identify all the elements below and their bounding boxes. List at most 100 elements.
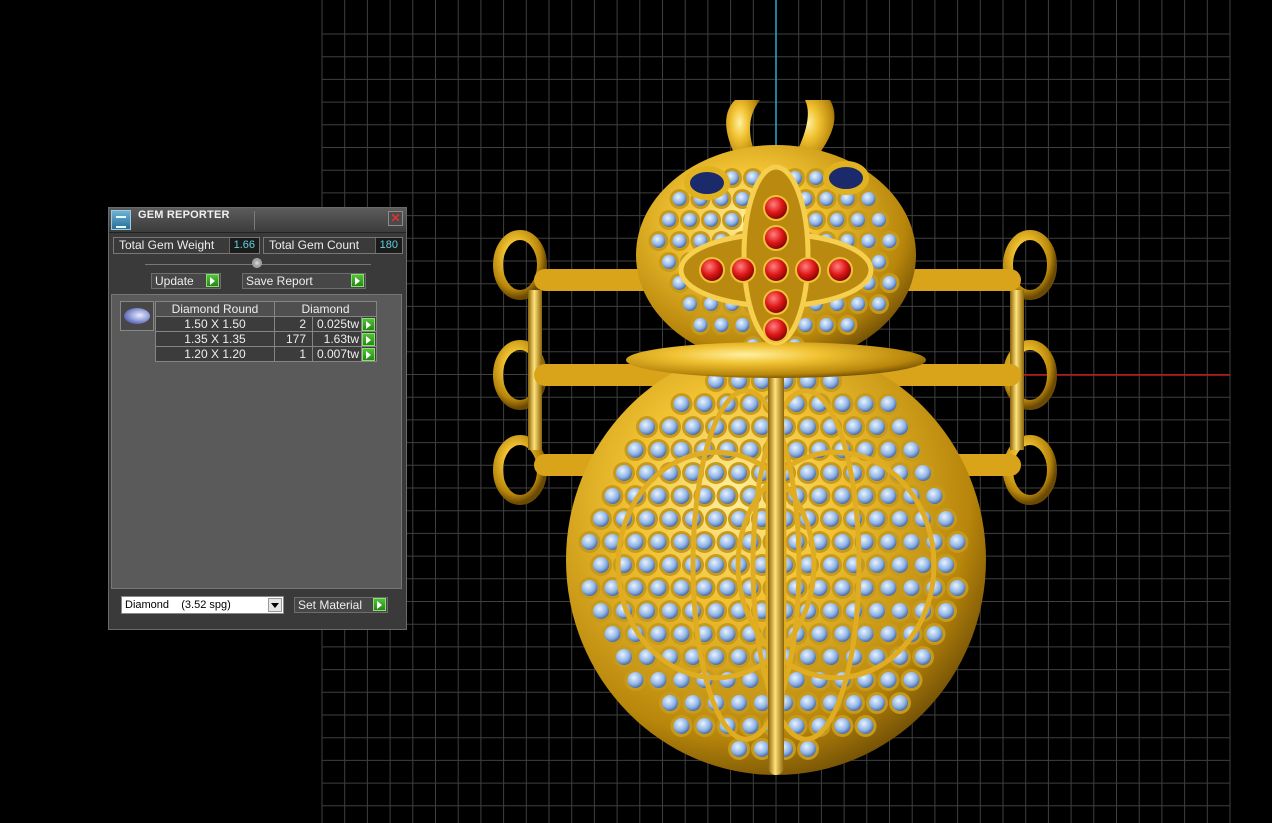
pave-diamond	[823, 465, 839, 481]
pave-diamond	[639, 603, 655, 619]
pave-diamond	[581, 580, 598, 596]
green-arrow-icon[interactable]	[362, 347, 375, 361]
pave-diamond	[627, 580, 644, 596]
table-row[interactable]: 1.50 X 1.50 2 0.025tw	[155, 316, 377, 332]
pave-diamond	[627, 442, 644, 458]
row-select-button[interactable]	[361, 331, 377, 347]
pave-diamond	[639, 557, 655, 573]
pave-diamond	[800, 695, 816, 711]
pave-diamond	[798, 318, 813, 332]
pave-diamond	[880, 580, 897, 596]
gem-reporter-window[interactable]: GEM REPORTER ✕ Total Gem Weight 1.66 Tot…	[108, 207, 407, 630]
pave-diamond	[926, 626, 943, 642]
column-header-material: Diamond	[274, 301, 377, 317]
window-titlebar[interactable]: GEM REPORTER ✕	[109, 208, 406, 233]
row-select-button[interactable]	[361, 346, 377, 362]
pave-diamond	[938, 511, 954, 527]
pave-diamond	[683, 297, 697, 311]
pave-diamond	[834, 488, 851, 504]
green-arrow-icon[interactable]	[362, 317, 375, 331]
pave-diamond	[708, 511, 724, 527]
ruby-stone	[763, 317, 789, 343]
pave-diamond	[872, 297, 886, 311]
pave-diamond	[809, 213, 823, 227]
pave-diamond	[926, 488, 943, 504]
pave-diamond	[731, 695, 747, 711]
set-material-button[interactable]: Set Material	[294, 597, 388, 613]
pave-diamond	[731, 649, 747, 665]
update-button[interactable]: Update	[151, 273, 221, 289]
pave-diamond	[880, 488, 897, 504]
pave-diamond	[811, 488, 828, 504]
pave-diamond	[754, 741, 770, 757]
table-row[interactable]: 1.20 X 1.20 1 0.007tw	[155, 346, 377, 362]
chevron-down-icon[interactable]	[268, 598, 282, 612]
pave-diamond	[650, 488, 667, 504]
pave-diamond	[627, 534, 644, 550]
pave-diamond	[809, 171, 823, 185]
pave-diamond	[593, 603, 609, 619]
pave-diamond	[719, 580, 736, 596]
pave-diamond	[834, 626, 851, 642]
pave-diamond	[696, 718, 713, 734]
pave-diamond	[823, 603, 839, 619]
pave-diamond	[639, 419, 655, 435]
gem-reporter-icon	[111, 210, 131, 230]
pave-diamond	[857, 396, 874, 412]
material-dropdown[interactable]: Diamond (3.52 spg)	[121, 596, 284, 614]
ruby-stone	[763, 195, 789, 221]
pave-diamond	[872, 213, 886, 227]
pave-diamond	[731, 419, 747, 435]
gem-list-panel[interactable]: Diamond Round Diamond 1.50 X 1.50 2 0.02…	[111, 294, 402, 589]
save-report-button[interactable]: Save Report	[242, 273, 366, 289]
pave-diamond	[857, 488, 874, 504]
pave-diamond	[650, 442, 667, 458]
row-select-button[interactable]	[361, 316, 377, 332]
pave-diamond	[581, 534, 598, 550]
pave-diamond	[800, 419, 816, 435]
pave-diamond	[719, 488, 736, 504]
pave-diamond	[851, 213, 865, 227]
pave-diamond	[892, 695, 908, 711]
save-report-button-label: Save Report	[246, 274, 313, 288]
ruby-stone	[763, 289, 789, 315]
gem-size-cell: 1.35 X 1.35	[155, 331, 275, 347]
pave-diamond	[846, 419, 862, 435]
ruby-stone	[827, 257, 853, 283]
pave-diamond	[819, 318, 834, 332]
pave-diamond	[915, 465, 931, 481]
pave-diamond	[593, 557, 609, 573]
table-row[interactable]: 1.35 X 1.35 177 1.63tw	[155, 331, 377, 347]
titlebar-divider	[254, 211, 255, 230]
pave-diamond	[650, 580, 667, 596]
pave-diamond	[823, 649, 839, 665]
left-eye-sapphire	[684, 166, 730, 200]
gem-preview-thumbnail[interactable]	[120, 301, 154, 331]
pave-diamond	[857, 626, 874, 642]
material-dropdown-value: Diamond (3.52 spg)	[125, 599, 231, 611]
pave-diamond	[819, 192, 834, 206]
pave-diamond	[938, 603, 954, 619]
pave-diamond	[869, 557, 885, 573]
pave-diamond	[735, 318, 750, 332]
green-arrow-icon[interactable]	[362, 332, 375, 346]
pave-diamond	[650, 534, 667, 550]
pave-diamond	[673, 580, 690, 596]
pave-diamond	[949, 534, 966, 550]
pave-diamond	[731, 465, 747, 481]
green-arrow-icon[interactable]	[373, 598, 386, 611]
pave-diamond	[616, 649, 632, 665]
gem-weight-cell: 0.007tw	[312, 346, 362, 362]
pave-diamond	[857, 718, 874, 734]
green-arrow-icon[interactable]	[206, 274, 219, 287]
close-button[interactable]: ✕	[388, 211, 403, 226]
size-slider-handle[interactable]	[252, 258, 262, 268]
ruby-stone	[730, 257, 756, 283]
pave-diamond	[892, 511, 908, 527]
green-arrow-icon[interactable]	[351, 274, 364, 287]
pave-diamond	[834, 534, 851, 550]
total-gem-weight-field: Total Gem Weight 1.66	[113, 237, 260, 254]
pave-diamond	[593, 511, 609, 527]
total-gem-count-field: Total Gem Count 180	[263, 237, 403, 254]
close-icon: ✕	[390, 211, 401, 225]
